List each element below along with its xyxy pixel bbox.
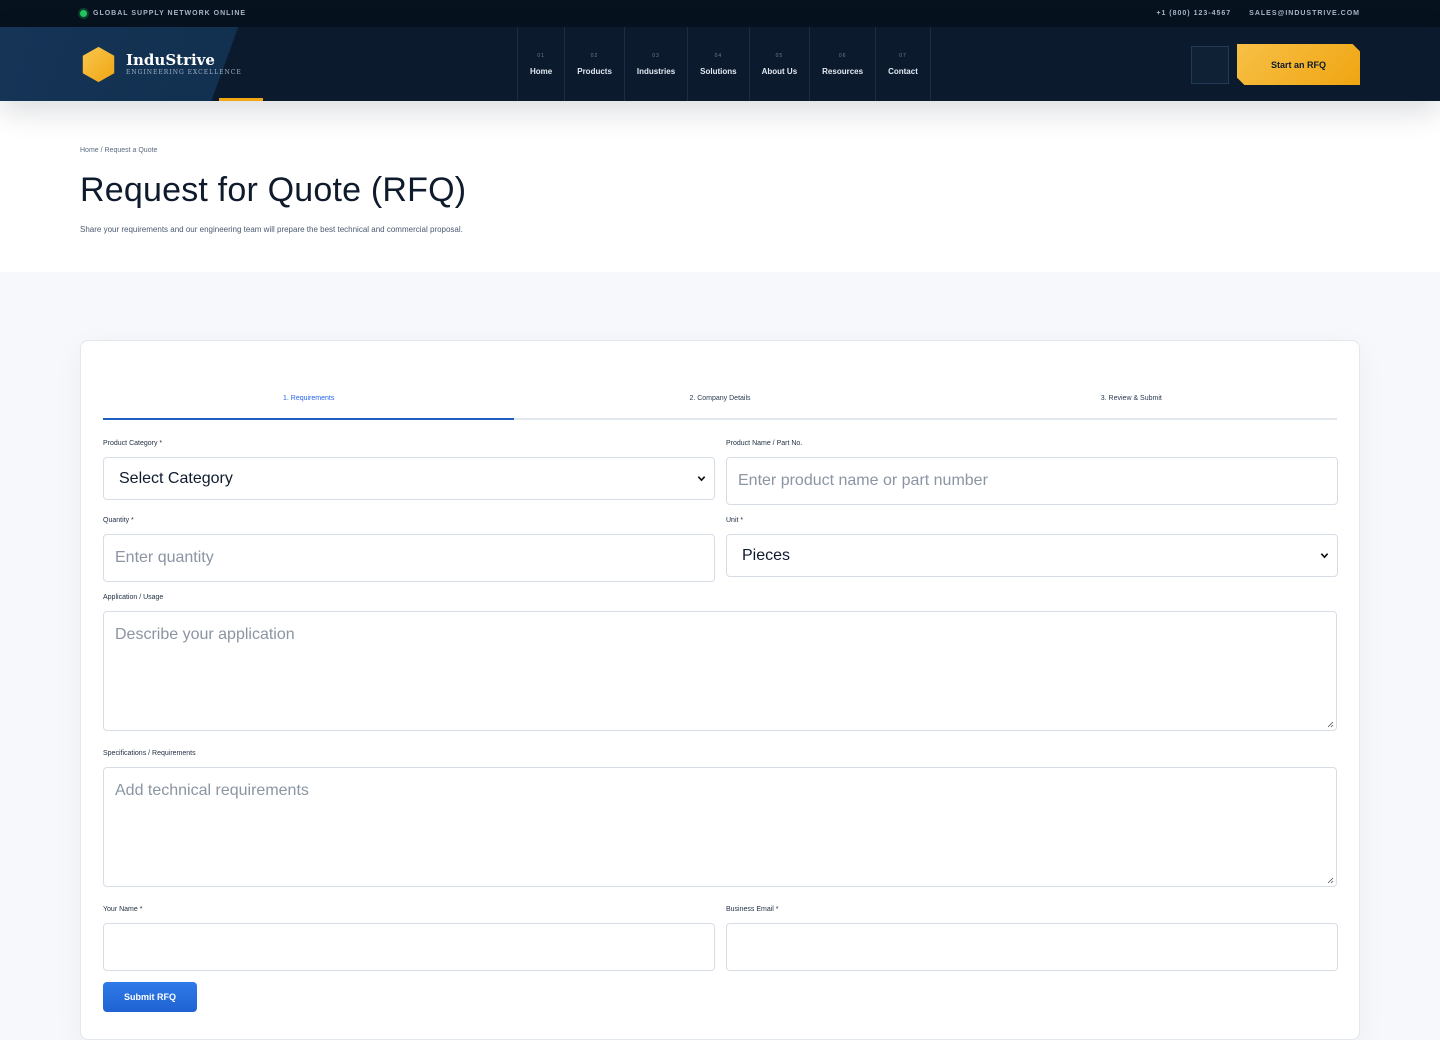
- quantity-label: Quantity *: [103, 517, 134, 524]
- nav-item-about[interactable]: 05 About Us: [748, 27, 810, 101]
- page-title: Request for Quote (RFQ): [80, 171, 467, 209]
- nav-item-solutions[interactable]: 04 Solutions: [687, 27, 748, 101]
- application-placeholder: Describe your application: [115, 626, 295, 643]
- nav-number: 07: [899, 52, 907, 59]
- resize-grip-icon[interactable]: [1326, 720, 1334, 728]
- network-status-text: GLOBAL SUPPLY NETWORK ONLINE: [93, 10, 247, 17]
- specifications-label: Specifications / Requirements: [103, 750, 196, 757]
- product-name-input[interactable]: Enter product name or part number: [726, 457, 1338, 505]
- brand-accent-line: [219, 98, 263, 101]
- nav-label: Solutions: [700, 66, 737, 76]
- step-review-submit[interactable]: 3. Review & Submit: [926, 386, 1337, 418]
- your-name-label: Your Name *: [103, 906, 143, 913]
- nav-item-products[interactable]: 02 Products: [564, 27, 624, 101]
- nav-item-resources[interactable]: 06 Resources: [809, 27, 875, 101]
- brand-logo-link[interactable]: InduStrive ENGINEERING EXCELLENCE: [80, 46, 242, 83]
- submit-rfq-button[interactable]: Submit RFQ: [103, 982, 197, 1012]
- your-name-input[interactable]: [103, 923, 715, 971]
- search-toggle-button[interactable]: [1191, 46, 1229, 84]
- rfq-form-card: 1. Requirements 2. Company Details 3. Re…: [80, 340, 1360, 1040]
- brand-tagline: ENGINEERING EXCELLENCE: [126, 69, 242, 76]
- product-category-value: Select Category: [119, 469, 233, 487]
- nav-label: Industries: [636, 66, 676, 76]
- nav-number: 03: [652, 52, 660, 59]
- start-rfq-button[interactable]: Start an RFQ: [1237, 44, 1360, 85]
- specifications-placeholder: Add technical requirements: [115, 782, 309, 799]
- unit-label: Unit *: [726, 517, 744, 524]
- nav-label: Products: [577, 66, 612, 76]
- main-nav: 01 Home 02 Products 03 Industries 04 Sol…: [517, 27, 931, 101]
- nav-number: 01: [537, 52, 545, 59]
- unit-select[interactable]: Pieces: [726, 534, 1338, 577]
- hexagon-logo-icon: [82, 46, 115, 83]
- contact-info: +1 (800) 123-4567 SALES@INDUSTRIVE.COM: [1156, 10, 1360, 17]
- nav-label: Resources: [822, 66, 864, 76]
- breadcrumb: Home / Request a Quote: [80, 147, 158, 154]
- product-category-label: Product Category *: [103, 440, 163, 447]
- form-stepper: 1. Requirements 2. Company Details 3. Re…: [103, 386, 1337, 420]
- business-email-input[interactable]: [726, 923, 1338, 971]
- nav-label: Contact: [888, 66, 918, 76]
- application-label: Application / Usage: [103, 594, 164, 601]
- nav-label: Home: [530, 66, 553, 76]
- nav-label: About Us: [761, 66, 798, 76]
- nav-item-home[interactable]: 01 Home: [517, 27, 564, 101]
- chevron-down-icon: [1320, 553, 1329, 559]
- business-email-label: Business Email *: [726, 906, 779, 913]
- status-dot-icon: [80, 10, 87, 17]
- nav-number: 05: [775, 52, 784, 59]
- chevron-down-icon: [697, 476, 706, 482]
- main-header: InduStrive ENGINEERING EXCELLENCE 01 Hom…: [0, 27, 1440, 101]
- quantity-input[interactable]: Enter quantity: [103, 534, 715, 582]
- product-name-placeholder: Enter product name or part number: [738, 472, 988, 489]
- application-textarea[interactable]: Describe your application: [103, 611, 1337, 731]
- product-category-select[interactable]: Select Category: [103, 457, 715, 500]
- nav-number: 04: [714, 52, 723, 59]
- page-hero: Home / Request a Quote Request for Quote…: [0, 101, 1440, 272]
- brand-name: InduStrive: [126, 51, 215, 69]
- quantity-placeholder: Enter quantity: [115, 549, 214, 566]
- network-status: GLOBAL SUPPLY NETWORK ONLINE: [80, 10, 246, 17]
- specifications-textarea[interactable]: Add technical requirements: [103, 767, 1337, 887]
- phone-link[interactable]: +1 (800) 123-4567: [1156, 10, 1231, 17]
- nav-item-contact[interactable]: 07 Contact: [875, 27, 931, 101]
- nav-number: 02: [590, 52, 599, 59]
- nav-item-industries[interactable]: 03 Industries: [623, 27, 687, 101]
- top-info-bar: GLOBAL SUPPLY NETWORK ONLINE +1 (800) 12…: [0, 0, 1440, 27]
- step-company-details[interactable]: 2. Company Details: [514, 386, 925, 418]
- nav-number: 06: [838, 52, 847, 59]
- resize-grip-icon[interactable]: [1326, 876, 1334, 884]
- step-requirements[interactable]: 1. Requirements: [103, 386, 515, 420]
- product-name-label: Product Name / Part No.: [726, 440, 803, 447]
- page-subtitle: Share your requirements and our engineer…: [80, 225, 463, 234]
- unit-value: Pieces: [742, 546, 791, 564]
- email-link[interactable]: SALES@INDUSTRIVE.COM: [1249, 10, 1360, 17]
